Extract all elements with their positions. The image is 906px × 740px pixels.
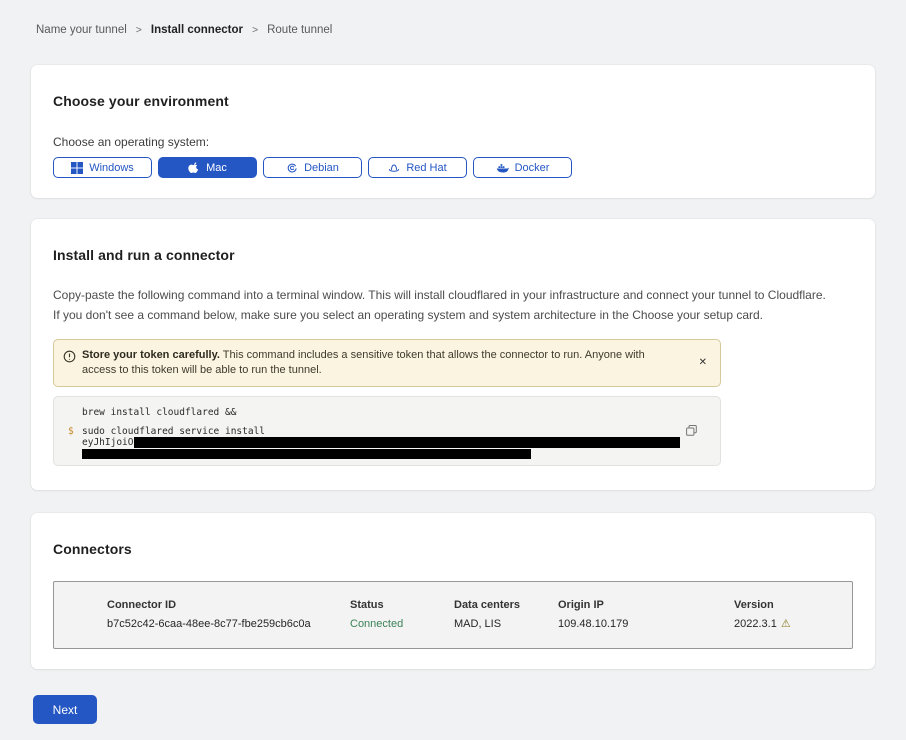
redhat-icon	[388, 162, 400, 174]
command-line-redacted	[82, 448, 720, 459]
command-line-2: sudo cloudflared service install	[82, 426, 720, 437]
copy-icon[interactable]	[685, 424, 698, 440]
header-status: Status	[350, 599, 454, 611]
os-button-mac[interactable]: Mac	[158, 157, 257, 178]
header-version: Version	[734, 599, 852, 611]
os-button-label: Mac	[206, 162, 227, 174]
command-line-1: brew install cloudflared &&	[82, 407, 720, 418]
os-button-label: Debian	[304, 162, 339, 174]
breadcrumb: Name your tunnel > Install connector > R…	[0, 0, 906, 36]
cell-origin-ip: 109.48.10.179	[558, 618, 734, 630]
header-data-centers: Data centers	[454, 599, 558, 611]
apple-icon	[188, 161, 200, 174]
os-button-group: Windows Mac Debian Red Hat Docker	[53, 157, 853, 178]
redaction-bar	[134, 437, 680, 448]
header-origin-ip: Origin IP	[558, 599, 734, 611]
breadcrumb-step-route-tunnel[interactable]: Route tunnel	[267, 24, 332, 36]
token-warning-text: Store your token carefully. This command…	[82, 348, 676, 378]
os-button-label: Windows	[89, 162, 134, 174]
os-select-label: Choose an operating system:	[53, 135, 853, 149]
command-line-token: eyJhIjoiO	[82, 437, 720, 448]
breadcrumb-separator: >	[136, 24, 142, 36]
cell-connector-id: b7c52c42-6caa-48ee-8c77-fbe259cb6c0a	[107, 618, 350, 630]
status-badge: Connected	[350, 618, 454, 630]
cell-version: 2022.3.1 ⚠	[734, 618, 852, 630]
connectors-card: Connectors Connector ID Status Data cent…	[31, 513, 875, 669]
environment-card-title: Choose your environment	[53, 93, 853, 109]
install-connector-card: Install and run a connector Copy-paste t…	[31, 219, 875, 490]
cell-data-centers: MAD, LIS	[454, 618, 558, 630]
connectors-card-title: Connectors	[53, 541, 853, 557]
breadcrumb-separator: >	[252, 24, 258, 36]
os-button-debian[interactable]: Debian	[263, 157, 362, 178]
close-icon[interactable]: ✕	[699, 358, 707, 368]
alert-circle-icon	[63, 350, 76, 368]
warning-triangle-icon: ⚠	[781, 619, 791, 630]
os-button-windows[interactable]: Windows	[53, 157, 152, 178]
breadcrumb-step-name-tunnel[interactable]: Name your tunnel	[36, 24, 127, 36]
token-warning-title: Store your token carefully.	[82, 349, 220, 361]
debian-icon	[286, 162, 298, 174]
os-button-label: Docker	[515, 162, 550, 174]
install-card-title: Install and run a connector	[53, 247, 853, 263]
breadcrumb-step-install-connector[interactable]: Install connector	[151, 24, 243, 36]
table-row: b7c52c42-6caa-48ee-8c77-fbe259cb6c0a Con…	[107, 618, 852, 630]
os-button-label: Red Hat	[406, 162, 446, 174]
os-button-redhat[interactable]: Red Hat	[368, 157, 467, 178]
connectors-table: Connector ID Status Data centers Origin …	[53, 581, 853, 649]
token-warning-banner: Store your token carefully. This command…	[53, 339, 721, 387]
windows-icon	[71, 162, 83, 174]
os-button-docker[interactable]: Docker	[473, 157, 572, 178]
next-button[interactable]: Next	[33, 695, 97, 724]
environment-card: Choose your environment Choose an operat…	[31, 65, 875, 198]
connectors-table-header: Connector ID Status Data centers Origin …	[107, 599, 852, 611]
version-value: 2022.3.1	[734, 618, 777, 630]
redaction-bar	[82, 449, 531, 459]
token-prefix: eyJhIjoiO	[82, 437, 133, 448]
header-connector-id: Connector ID	[107, 599, 350, 611]
install-command-block: $ brew install cloudflared && sudo cloud…	[53, 396, 721, 466]
shell-prompt: $	[68, 426, 74, 437]
docker-icon	[496, 162, 509, 174]
install-description: Copy-paste the following command into a …	[53, 285, 853, 325]
